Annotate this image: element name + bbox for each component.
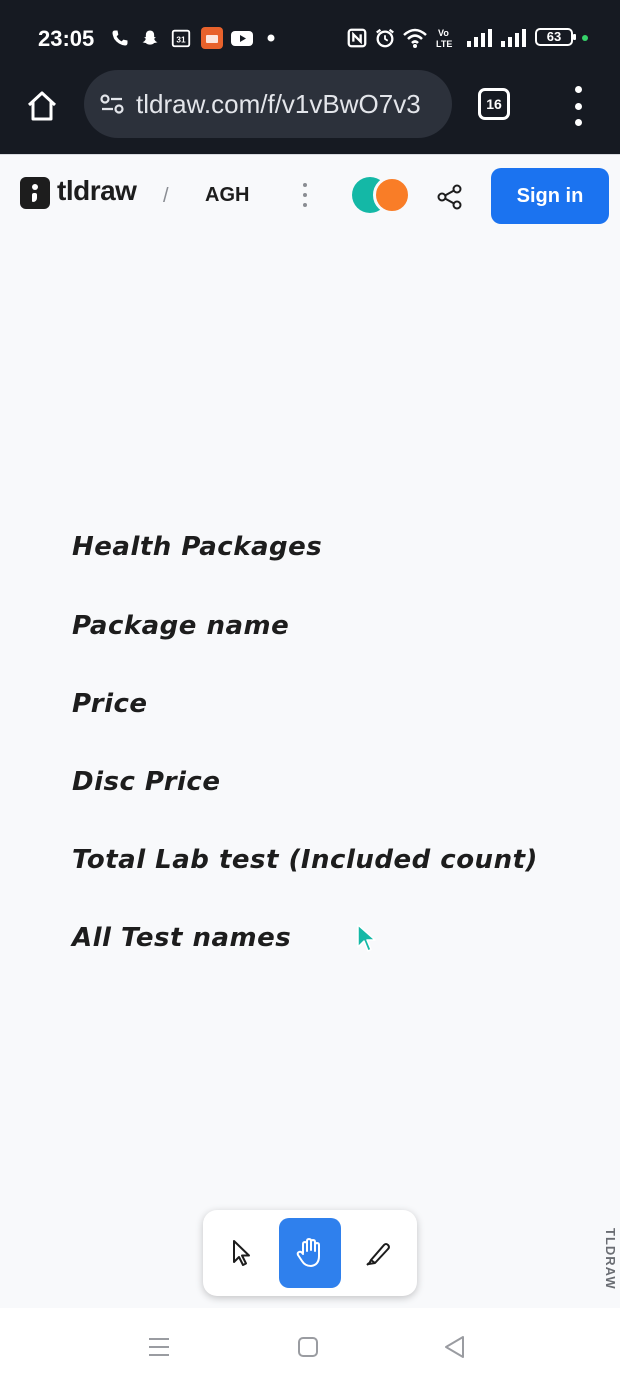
status-bar: 23:05 31 Vo LTE 63 — [0, 0, 620, 70]
draw-tool-button[interactable] — [347, 1218, 409, 1288]
app-icon — [200, 26, 224, 50]
collaborator-cursor-icon — [357, 924, 376, 952]
hand-icon — [296, 1238, 320, 1267]
url-bar[interactable]: tldraw.com/f/v1vBwO7v3 — [84, 70, 452, 138]
browser-toolbar: tldraw.com/f/v1vBwO7v3 16 — [0, 70, 620, 154]
share-button[interactable] — [434, 181, 466, 213]
sign-in-button[interactable]: Sign in — [491, 168, 609, 224]
home-icon — [298, 1337, 318, 1357]
select-icon — [233, 1240, 250, 1266]
dot-icon — [266, 26, 276, 50]
privacy-dot — [582, 35, 588, 41]
battery-indicator: 63 — [535, 28, 576, 46]
browser-menu-button[interactable] — [568, 86, 588, 126]
recents-button[interactable] — [142, 1330, 176, 1364]
volte-icon: Vo LTE — [436, 26, 460, 50]
draw-icon — [366, 1243, 390, 1266]
wifi-icon — [402, 26, 428, 50]
canvas-text-shape[interactable]: Disc Price — [72, 767, 220, 797]
browser-home-button[interactable] — [20, 84, 64, 128]
svg-text:31: 31 — [176, 36, 186, 45]
logo-text[interactable]: tldraw — [57, 175, 137, 207]
alarm-icon — [374, 26, 396, 50]
svg-text:LTE: LTE — [436, 39, 452, 49]
system-nav-bar — [0, 1308, 620, 1386]
signal-icon — [466, 26, 492, 50]
nfc-icon — [346, 26, 368, 50]
drawing-canvas[interactable]: Health Packages Package name Price Disc … — [0, 234, 620, 1308]
signal-icon — [500, 26, 526, 50]
file-name[interactable]: AGH — [205, 184, 249, 207]
app-header: tldraw / AGH Sign in — [0, 154, 620, 234]
phone-icon — [110, 26, 130, 50]
back-button[interactable] — [438, 1330, 472, 1364]
status-time: 23:05 — [38, 26, 95, 51]
nav-home-button[interactable] — [291, 1330, 325, 1364]
url-text[interactable]: tldraw.com/f/v1vBwO7v3 — [136, 89, 421, 120]
select-tool-button[interactable] — [211, 1218, 273, 1288]
tldraw-watermark[interactable]: TLDRAW — [603, 1228, 618, 1290]
canvas-text-shape[interactable]: All Test names — [72, 923, 291, 953]
share-icon — [437, 184, 462, 210]
breadcrumb-separator: / — [163, 185, 169, 207]
snapchat-icon — [140, 26, 160, 50]
canvas-text-shape[interactable]: Price — [72, 689, 148, 719]
calendar-icon: 31 — [170, 26, 192, 50]
youtube-icon — [230, 26, 254, 50]
file-menu-button[interactable] — [300, 183, 310, 207]
back-icon — [445, 1336, 464, 1358]
avatar[interactable] — [373, 176, 411, 214]
tldraw-logo-icon[interactable] — [20, 177, 50, 209]
tab-switcher-button[interactable]: 16 — [478, 88, 510, 120]
recents-icon — [149, 1338, 169, 1356]
canvas-text-shape[interactable]: Package name — [72, 611, 289, 641]
tool-toolbar — [203, 1210, 417, 1296]
svg-text:Vo: Vo — [438, 28, 449, 38]
canvas-text-shape[interactable]: Total Lab test (Included count) — [72, 845, 538, 875]
hand-tool-button[interactable] — [279, 1218, 341, 1288]
home-icon — [27, 91, 57, 121]
site-settings-icon[interactable] — [98, 90, 126, 118]
canvas-text-shape[interactable]: Health Packages — [72, 532, 322, 562]
